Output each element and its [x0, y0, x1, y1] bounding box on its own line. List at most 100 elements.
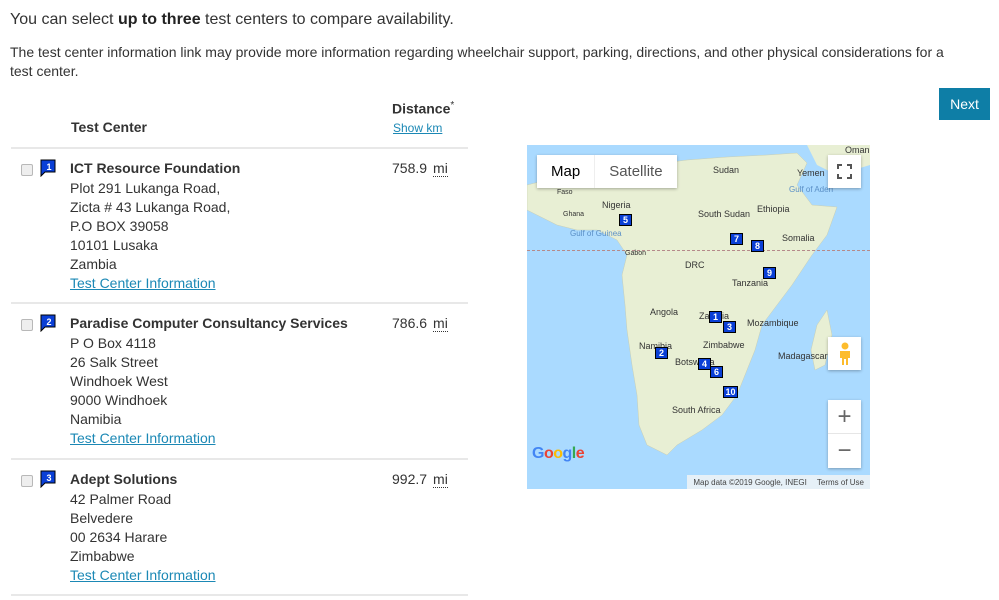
distance-number: 786.6: [392, 315, 428, 331]
address-line: 10101 Lusaka: [70, 237, 158, 253]
marker-number: 9: [763, 267, 776, 279]
test-center-info-link[interactable]: Test Center Information: [70, 429, 216, 448]
map-label: Faso: [557, 189, 573, 196]
street-view-pegman-button[interactable]: [828, 337, 861, 370]
intro-prefix: You can select: [10, 11, 118, 28]
address-line: Plot 291 Lukanga Road,: [70, 180, 221, 196]
map-marker-icon: 2: [40, 314, 56, 332]
address-line: Zicta # 43 Lukanga Road,: [70, 199, 231, 215]
test-center-info-link[interactable]: Test Center Information: [70, 274, 230, 293]
test-center-header: Test Center: [71, 119, 147, 135]
distance-unit: mi: [433, 471, 448, 488]
address-line: Windhoek West: [70, 373, 168, 389]
marker-number: 2: [655, 347, 668, 359]
zoom-control: + −: [828, 400, 861, 468]
map-marker[interactable]: 6: [710, 366, 724, 382]
map-marker[interactable]: 8: [751, 240, 765, 256]
map-label: Gabon: [625, 250, 647, 257]
map-label: Madagascar: [778, 351, 828, 361]
test-center-name: Paradise Computer Consultancy Services: [70, 315, 348, 331]
address-line: P.O BOX 39058: [70, 218, 169, 234]
map-label: Nigeria: [602, 200, 631, 210]
marker-number: 10: [723, 386, 738, 398]
next-button[interactable]: Next: [939, 88, 990, 120]
map-label: Angola: [650, 307, 679, 317]
map-label: Ghana: [563, 211, 585, 218]
map-marker[interactable]: 10: [723, 386, 738, 402]
intro-suffix: test centers to compare availability.: [200, 11, 454, 28]
map-marker[interactable]: 5: [619, 214, 633, 230]
map-marker-icon: 3: [40, 470, 56, 488]
test-center-address: P O Box 4118 26 Salk Street Windhoek Wes…: [70, 334, 216, 448]
google-logo: Google: [532, 445, 585, 462]
divider: [11, 302, 468, 304]
test-center-address: 42 Palmer Road Belvedere 00 2634 Harare …: [70, 490, 216, 585]
address-line: Zambia: [70, 256, 117, 272]
address-line: 9000 Windhoek: [70, 392, 168, 408]
map-marker[interactable]: 9: [763, 267, 777, 283]
map-marker[interactable]: 7: [730, 233, 744, 249]
zoom-out-button[interactable]: −: [828, 434, 861, 468]
svg-text:1: 1: [46, 162, 51, 172]
map-marker-icon: 1: [40, 159, 56, 177]
map-water-label: Gulf of Aden: [789, 185, 834, 194]
marker-number: 7: [730, 233, 743, 245]
fullscreen-button[interactable]: [828, 155, 861, 188]
test-center-info-link[interactable]: Test Center Information: [70, 566, 216, 585]
distance-number: 992.7: [392, 471, 428, 487]
map-label: DRC: [685, 260, 705, 270]
map-type-map-button[interactable]: Map: [537, 155, 594, 188]
test-center-name: Adept Solutions: [70, 471, 178, 487]
fullscreen-icon: [837, 164, 852, 179]
equator-line: [527, 250, 870, 251]
map-marker[interactable]: 2: [655, 347, 669, 363]
test-center-row: 2 Paradise Computer Consultancy Services…: [0, 308, 470, 458]
map-label: South Africa: [672, 405, 721, 415]
select-checkbox[interactable]: [21, 164, 33, 176]
map-label: Ethiopia: [757, 204, 790, 214]
intro-text: You can select up to three test centers …: [10, 11, 454, 29]
test-center-address: Plot 291 Lukanga Road, Zicta # 43 Lukang…: [70, 179, 230, 293]
address-line: Namibia: [70, 411, 122, 427]
select-checkbox[interactable]: [21, 319, 33, 331]
map-view[interactable]: Oman Sudan Yemen Nigeria Ethiopia South …: [527, 145, 870, 489]
terms-of-use-link[interactable]: Terms of Use: [817, 478, 864, 487]
map-label: Mozambique: [747, 318, 799, 328]
divider: [11, 458, 468, 460]
marker-number: 3: [723, 321, 736, 333]
intro-bold: up to three: [117, 11, 201, 28]
map-label: Somalia: [782, 233, 815, 243]
marker-number: 6: [710, 366, 723, 378]
test-center-row: 1 ICT Resource Foundation Plot 291 Lukan…: [0, 153, 470, 303]
map-label: Zimbabwe: [703, 340, 745, 350]
pegman-icon: [839, 342, 850, 365]
address-line: 42 Palmer Road: [70, 491, 172, 507]
distance-footnote-marker: *: [450, 100, 455, 111]
map-water-label: Gulf of Guinea: [570, 229, 622, 238]
map-data-credit: Map data ©2019 Google, INEGI: [693, 477, 807, 487]
show-km-link[interactable]: Show km: [393, 121, 442, 135]
select-checkbox[interactable]: [21, 475, 33, 487]
address-line: Belvedere: [70, 510, 134, 526]
map-marker[interactable]: 3: [723, 321, 737, 337]
map-marker[interactable]: 1: [709, 311, 723, 327]
marker-number: 5: [619, 214, 632, 226]
map-label: Yemen: [797, 168, 825, 178]
map-label: South Sudan: [698, 209, 751, 219]
zoom-in-button[interactable]: +: [828, 400, 861, 434]
marker-number: 1: [709, 311, 722, 323]
distance-value: 992.7 mi: [392, 471, 448, 488]
address-line: Zimbabwe: [70, 548, 135, 564]
map-type-satellite-button[interactable]: Satellite: [594, 155, 676, 188]
distance-header: Distance*: [392, 100, 454, 117]
distance-header-label: Distance: [392, 100, 451, 117]
address-line: 26 Salk Street: [70, 354, 158, 370]
distance-value: 786.6 mi: [392, 315, 448, 332]
info-note: The test center information link may pro…: [10, 44, 944, 79]
divider: [11, 147, 468, 149]
map-type-control: Map Satellite: [537, 155, 677, 188]
distance-unit: mi: [433, 315, 448, 332]
svg-text:3: 3: [46, 473, 51, 483]
distance-number: 758.9: [392, 160, 428, 176]
map-label: Sudan: [713, 165, 740, 175]
